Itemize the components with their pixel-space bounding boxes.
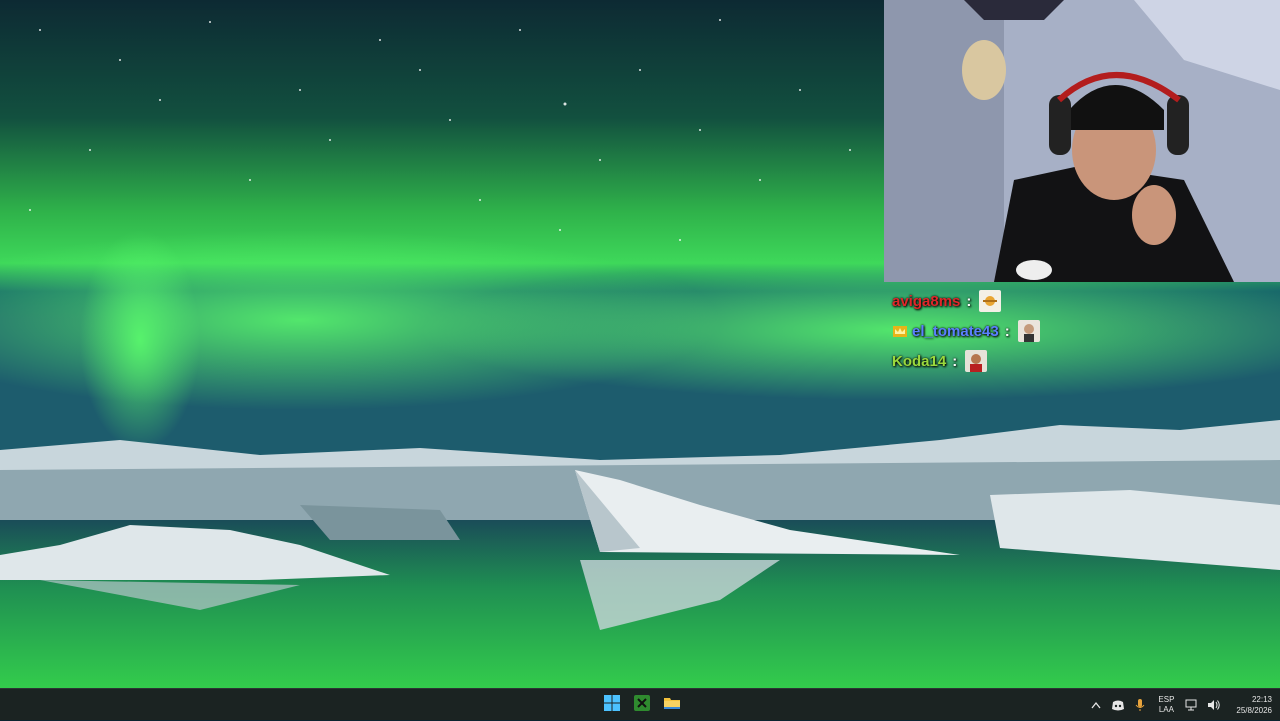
xbox-app-button[interactable] xyxy=(630,693,654,717)
chat-username: Koda14 xyxy=(892,352,947,370)
folder-icon xyxy=(664,695,680,716)
language-indicator[interactable]: ESP LAA xyxy=(1158,695,1174,715)
discord-icon[interactable] xyxy=(1110,697,1126,713)
keyboard-layout: LAA xyxy=(1158,705,1174,714)
chat-separator: : xyxy=(952,352,958,370)
chat-message: aviga8ms : xyxy=(892,286,1272,316)
file-explorer-button[interactable] xyxy=(660,693,684,717)
chevron-up-icon[interactable] xyxy=(1088,697,1104,713)
windows-logo-icon xyxy=(604,694,620,716)
chat-emote-icon xyxy=(979,290,1002,312)
taskbar: ESP LAA 22:13 25/8/2026 xyxy=(0,688,1280,720)
chat-username: el_tomate43 xyxy=(912,322,999,340)
stream-chat-overlay: aviga8ms : el_tomate43 : Koda14 : xyxy=(892,286,1272,376)
microphone-icon[interactable] xyxy=(1132,697,1148,713)
start-button[interactable] xyxy=(600,693,624,717)
crown-badge-icon xyxy=(892,324,908,338)
chat-message: Koda14 : xyxy=(892,346,1272,376)
chat-separator: : xyxy=(966,292,972,310)
volume-icon[interactable] xyxy=(1206,697,1222,713)
clock[interactable]: 22:13 25/8/2026 xyxy=(1236,694,1272,716)
xbox-icon xyxy=(634,694,650,716)
chat-message: el_tomate43 : xyxy=(892,316,1272,346)
chat-separator: : xyxy=(1004,322,1010,340)
clock-date: 25/8/2026 xyxy=(1236,706,1272,715)
chat-emote-icon xyxy=(1017,320,1040,342)
language-code: ESP xyxy=(1158,695,1175,704)
system-tray: ESP LAA 22:13 25/8/2026 xyxy=(1088,689,1272,721)
clock-time: 22:13 xyxy=(1251,695,1272,704)
chat-emote-icon xyxy=(965,350,988,372)
network-icon[interactable] xyxy=(1184,697,1200,713)
webcam-overlay xyxy=(884,0,1280,282)
chat-username: aviga8ms xyxy=(892,292,961,310)
taskbar-apps xyxy=(600,693,684,717)
